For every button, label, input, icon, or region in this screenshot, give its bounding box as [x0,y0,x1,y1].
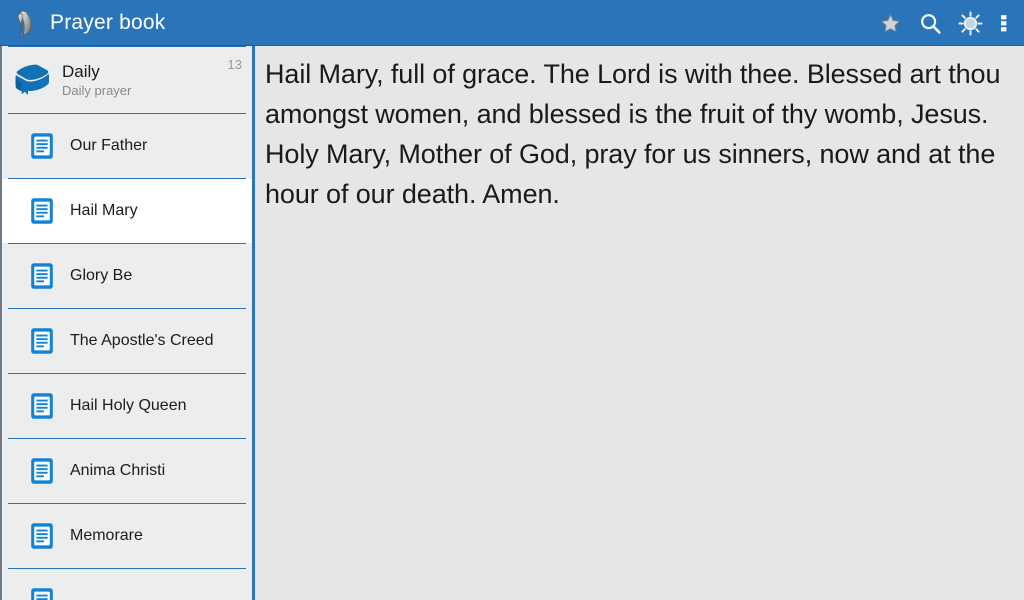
prayer-text: Hail Mary, full of grace. The Lord is wi… [265,59,1001,209]
document-icon [30,457,54,485]
search-icon[interactable] [910,0,950,46]
prayer-list-item[interactable]: Hail Holy Queen [2,374,252,438]
prayer-list-item[interactable]: Memorare [2,504,252,568]
document-icon [30,587,54,600]
category-text: Daily Daily prayer [62,62,222,99]
prayer-list-item[interactable]: The Apostle's Creed [2,309,252,373]
category-subtitle: Daily prayer [62,82,132,98]
document-icon [30,197,54,225]
prayer-list: Daily Daily prayer 13 Our Father Hail Mar… [2,46,252,600]
app-title: Prayer book [50,11,166,34]
category-title: Daily [62,61,100,81]
prayer-list-item-label: Our Father [70,137,148,154]
prayer-list-item[interactable] [2,569,252,600]
prayer-list-item-label: The Apostle's Creed [70,332,214,349]
favorite-star-icon[interactable] [870,0,910,46]
prayer-list-item[interactable]: Hail Mary [2,179,252,243]
category-count-badge: 13 [227,57,242,72]
prayer-list-item-label: Memorare [70,527,143,544]
prayer-list-item-label: Hail Holy Queen [70,397,187,414]
prayer-content-panel[interactable]: Hail Mary, full of grace. The Lord is wi… [255,46,1024,600]
document-icon [30,327,54,355]
prayer-list-item[interactable]: Glory Be [2,244,252,308]
action-bar: Prayer book [0,0,1024,46]
document-icon [30,522,54,550]
body-split: Daily Daily prayer 13 Our Father Hail Mar… [0,46,1024,600]
prayer-list-item-label: Glory Be [70,267,133,284]
app-root: Prayer book Daily Daily prayer 13 Our Fa… [0,0,1024,600]
overflow-menu-icon[interactable] [990,0,1018,46]
prayer-rows-container: Our Father Hail Mary Glory Be The Apostle's… [2,114,252,600]
prayer-list-sidebar[interactable]: Daily Daily prayer 13 Our Father Hail Mar… [0,46,252,600]
brightness-sun-icon[interactable] [950,0,990,46]
book-icon [10,60,54,100]
document-icon [30,392,54,420]
prayer-list-item-label: Anima Christi [70,462,166,479]
praying-hands-icon [8,6,42,40]
document-icon [30,132,54,160]
prayer-list-item[interactable]: Anima Christi [2,439,252,503]
prayer-list-item-label: Hail Mary [70,202,138,219]
category-header[interactable]: Daily Daily prayer 13 [2,47,252,113]
prayer-list-item[interactable]: Our Father [2,114,252,178]
document-icon [30,262,54,290]
